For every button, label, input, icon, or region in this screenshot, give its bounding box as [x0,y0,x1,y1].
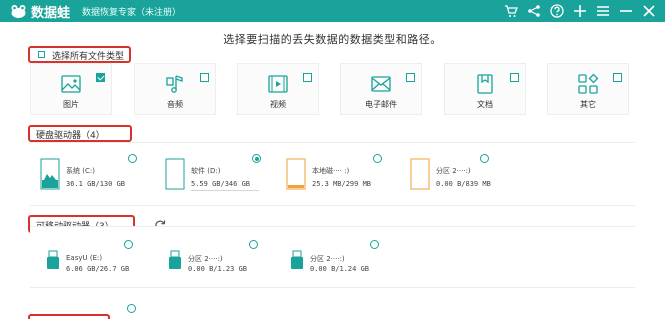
extra-location-radio[interactable] [127,304,136,313]
select-all-label[interactable]: 选择所有文件类型 [52,49,124,62]
help-icon[interactable] [549,2,565,20]
file-type-label: 文档 [477,100,493,109]
usb-drive-icon [169,250,181,269]
disk-drive-icon [286,158,306,190]
file-type-checkbox-audio[interactable] [200,73,209,82]
usb-partition-a-radio[interactable] [249,240,258,249]
usb-drive-icon [291,250,303,269]
drive-d-radio[interactable] [252,154,261,163]
file-type-checkbox-video[interactable] [303,73,312,82]
share-icon[interactable] [526,2,542,20]
file-type-label: 音频 [167,100,183,109]
system-drive-icon [40,158,60,190]
file-type-tile-email[interactable]: 电子邮件 [340,63,422,115]
file-type-tile-audio[interactable]: 音频 [134,63,216,115]
file-type-label: 视频 [270,100,286,109]
minimize-icon[interactable] [618,2,634,20]
frog-logo-icon [11,5,26,18]
close-icon[interactable] [641,2,657,20]
instruction-text: 选择要扫描的丢失数据的数据类型和路径。 [223,33,442,46]
drive-c[interactable]: 系统 (C:) 36.1 GB/130 GB [40,158,140,194]
usb-drive-e-radio[interactable] [124,240,133,249]
file-type-label: 电子邮件 [365,100,397,109]
drive-partition-2[interactable]: 分区 2····:) 0.00 B/839 MB [410,158,510,194]
title-bar: 数据蛙 数据恢复专家（未注册） [0,0,665,22]
drive-local-radio[interactable] [373,154,382,163]
video-icon [268,75,288,93]
bottom-section-highlight [28,314,110,319]
app-name: 数据蛙 [31,6,71,21]
drive-d-underline [191,190,259,191]
drive-c-radio[interactable] [128,154,137,163]
plus-icon[interactable] [572,2,588,20]
file-type-tile-document[interactable]: 文档 [444,63,526,115]
document-icon [477,74,493,94]
hard-drives-title: 硬盘驱动器（4） [36,131,105,141]
file-type-tile-other[interactable]: 其它 [547,63,629,115]
drive-d[interactable]: 软件 (D:) 5.59 GB/346 GB [165,158,265,194]
file-type-checkbox-image[interactable] [96,73,105,82]
menu-icon[interactable] [595,2,611,20]
file-type-tile-image[interactable]: 图片 [30,63,112,115]
audio-icon [166,75,183,93]
file-type-tile-video[interactable]: 视频 [237,63,319,115]
file-type-checkbox-document[interactable] [510,73,519,82]
image-icon [61,75,81,93]
cart-icon[interactable] [503,2,519,20]
file-type-label: 其它 [580,100,596,109]
file-type-checkbox-email[interactable] [406,73,415,82]
file-type-checkbox-other[interactable] [613,73,622,82]
usb-partition-b[interactable]: 分区 2····:) 0.00 B/1.24 GB [288,250,388,280]
disk-drive-icon [165,158,185,190]
disk-drive-icon [410,158,430,190]
drive-partition-2-radio[interactable] [480,154,489,163]
select-all-checkbox[interactable] [38,51,45,58]
app-subtitle: 数据恢复专家（未注册） [82,8,182,18]
usb-partition-b-radio[interactable] [370,240,379,249]
file-type-label: 图片 [63,100,79,109]
other-icon [578,73,599,94]
usb-drive-icon [47,250,59,269]
email-icon [371,76,391,92]
usb-drive-e[interactable]: EasyU (E:) 6.06 GB/26.7 GB [44,250,144,280]
usb-partition-a[interactable]: 分区 2····:) 0.00 B/1.23 GB [166,250,266,280]
drive-local[interactable]: 本地磁···· :) 25.3 MB/299 MB [286,158,386,194]
